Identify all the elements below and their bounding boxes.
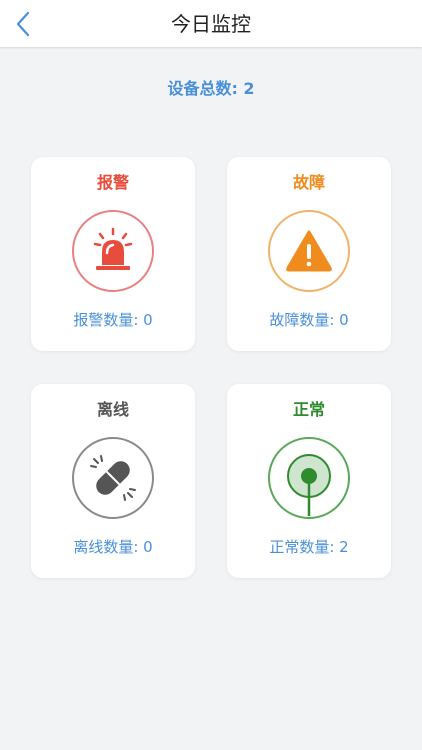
alarm-siren-icon <box>72 210 154 292</box>
fault-card[interactable]: 故障 故障数量: 0 <box>227 157 391 351</box>
monitor-page: 今日监控 设备总数: 2 报警 报警数量: 0 故障 故障数量: 0 离线 离线… <box>0 0 422 750</box>
page-title: 今日监控 <box>171 12 251 36</box>
offline-card-title: 离线 <box>96 400 129 419</box>
signal-pin-icon <box>268 437 350 519</box>
broken-link-icon <box>72 437 154 519</box>
alarm-count: 报警数量: 0 <box>73 311 153 329</box>
fault-card-title: 故障 <box>292 173 325 192</box>
offline-card[interactable]: 离线 离线数量: 0 <box>31 384 195 578</box>
normal-card[interactable]: 正常 正常数量: 2 <box>227 384 391 578</box>
device-total-count: 设备总数: 2 <box>167 79 255 98</box>
normal-card-title: 正常 <box>292 400 325 419</box>
fault-count: 故障数量: 0 <box>269 311 349 329</box>
alarm-card[interactable]: 报警 报警数量: 0 <box>31 157 195 351</box>
normal-count: 正常数量: 2 <box>269 538 349 556</box>
top-navigation-bar: 今日监控 <box>0 0 422 47</box>
offline-count: 离线数量: 0 <box>73 538 153 556</box>
alarm-card-title: 报警 <box>96 173 129 192</box>
warning-triangle-icon <box>268 210 350 292</box>
